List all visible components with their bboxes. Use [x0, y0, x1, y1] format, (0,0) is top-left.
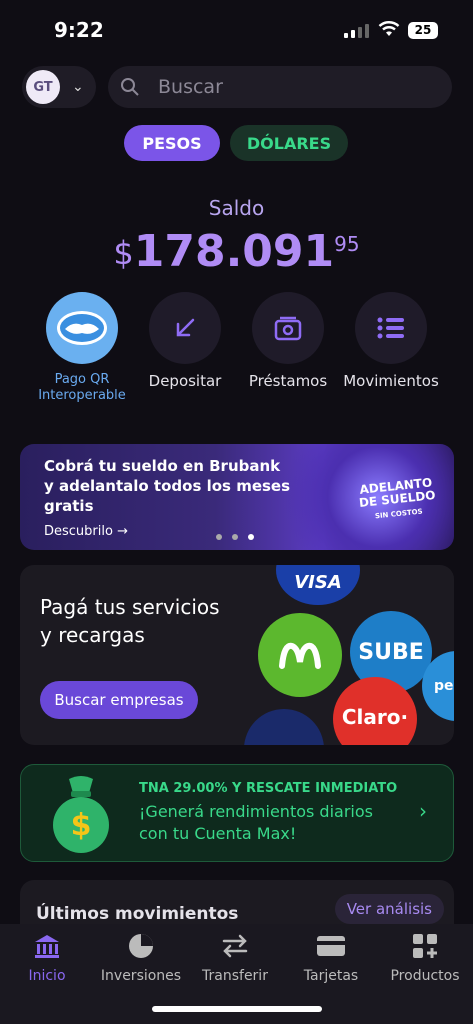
banner-link[interactable]: Descubrilo → — [44, 524, 128, 539]
grid-plus-icon — [378, 932, 472, 960]
max-rate: TNA 29.00% Y RESCATE INMEDIATO — [139, 781, 398, 796]
visa-logo: VISA — [276, 565, 360, 605]
tab-inversiones[interactable]: Inversiones — [94, 932, 188, 984]
list-icon — [355, 292, 427, 364]
services-title-line2: y recargas — [40, 623, 145, 647]
action-depositar[interactable]: Depositar — [130, 292, 240, 390]
chevron-right-icon: › — [419, 799, 427, 823]
clock: 9:22 — [54, 18, 104, 42]
tab-label: Productos — [390, 968, 460, 984]
tab-pesos[interactable]: PESOS — [124, 125, 220, 161]
action-label: Préstamos — [248, 372, 328, 390]
money-bag-icon: $ — [53, 776, 109, 853]
action-label: Movimientos — [343, 372, 439, 390]
tab-productos[interactable]: Productos — [378, 932, 472, 984]
services-title: Pagá tus servicios y recargas — [40, 593, 220, 649]
chevron-down-icon: ⌄ — [72, 79, 84, 95]
action-movimientos[interactable]: Movimientos — [336, 292, 446, 390]
carousel-dots — [216, 534, 254, 540]
balance-decimals: 95 — [334, 232, 360, 256]
balance-label: Saldo — [208, 196, 265, 220]
signal-icon — [344, 24, 369, 38]
tab-dollars[interactable]: DÓLARES — [230, 125, 348, 161]
cuenta-max-card[interactable]: $ TNA 29.00% Y RESCATE INMEDIATO ¡Generá… — [20, 764, 454, 862]
card-icon — [284, 932, 378, 960]
status-bar: 9:22 25 — [0, 0, 473, 64]
banner-tag-line3: SIN COSTOS — [374, 507, 424, 521]
currency-toggle: PESOS DÓLARES — [124, 125, 348, 161]
battery-indicator: 25 — [408, 22, 438, 39]
home-indicator — [152, 1006, 322, 1012]
action-label: Pago QR Interoperable — [38, 372, 126, 403]
max-text: ¡Generá rendimientos diarios con tu Cuen… — [139, 801, 373, 845]
provider-logo — [244, 709, 324, 745]
balance-integer: 178.091 — [133, 226, 335, 277]
max-text-line2: con tu Cuenta Max! — [139, 824, 297, 843]
promo-banner[interactable]: Cobrá tu sueldo en Brubank y adelantalo … — [20, 444, 454, 550]
banner-tag: ADELANTO DE SUELDO SIN COSTOS — [357, 475, 438, 525]
tab-label: Transferir — [202, 968, 268, 984]
currency-symbol: $ — [113, 234, 134, 272]
movistar-logo — [258, 613, 342, 697]
services-card: Pagá tus servicios y recargas Buscar emp… — [20, 565, 454, 745]
wifi-icon — [378, 21, 400, 36]
tab-inicio[interactable]: Inicio — [0, 932, 94, 984]
quick-actions: Pago QR Interoperable Depositar Préstamo… — [30, 292, 460, 412]
max-text-line1: ¡Generá rendimientos diarios — [139, 802, 373, 821]
wallet-icon — [252, 292, 324, 364]
movements-title: Últimos movimientos — [36, 904, 239, 924]
bank-icon — [0, 932, 94, 960]
action-label: Depositar — [148, 372, 222, 390]
action-pago-qr[interactable]: Pago QR Interoperable — [27, 292, 137, 404]
view-analysis-button[interactable]: Ver análisis — [334, 894, 444, 924]
tab-label: Tarjetas — [303, 968, 359, 984]
account-switcher[interactable]: GT ⌄ — [22, 66, 96, 108]
action-prestamos[interactable]: Préstamos — [233, 292, 343, 390]
search-companies-button[interactable]: Buscar empresas — [40, 681, 198, 719]
tab-tarjetas[interactable]: Tarjetas — [284, 932, 378, 984]
balance-amount: $178.09195 — [0, 226, 473, 277]
services-title-line1: Pagá tus servicios — [40, 595, 220, 619]
svg-text:$: $ — [71, 808, 92, 843]
arrow-down-left-icon — [149, 292, 221, 364]
search-icon — [121, 78, 139, 96]
search-input[interactable]: Buscar — [108, 66, 452, 108]
top-bar: GT ⌄ Buscar — [0, 66, 473, 110]
tab-label: Inicio — [28, 968, 66, 984]
pie-chart-icon — [94, 932, 188, 960]
transfer-icon — [188, 932, 282, 960]
avatar: GT — [26, 70, 60, 104]
tab-transferir[interactable]: Transferir — [188, 932, 282, 984]
tab-label: Inversiones — [100, 968, 182, 984]
search-placeholder: Buscar — [158, 76, 223, 98]
handshake-icon — [46, 292, 118, 364]
banner-text: Cobrá tu sueldo en Brubank y adelantalo … — [44, 457, 291, 515]
